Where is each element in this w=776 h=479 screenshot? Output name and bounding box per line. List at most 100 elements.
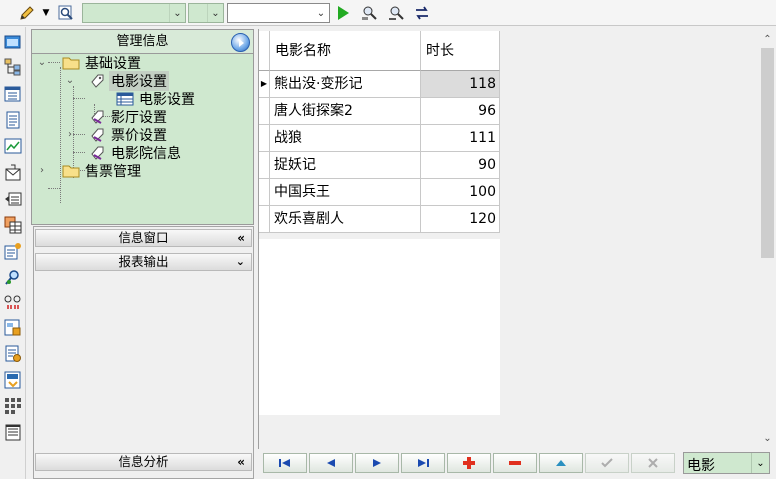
prior-record-icon: [327, 459, 335, 467]
tree-node-price-settings[interactable]: 票价设置: [88, 126, 169, 144]
expand-toggle-icon[interactable]: ›: [64, 128, 76, 140]
cell-movie-name[interactable]: 中国兵王: [270, 179, 421, 206]
chevron-double-down-icon[interactable]: ⌄: [236, 254, 245, 270]
cell-duration[interactable]: 120: [421, 206, 500, 233]
table-row[interactable]: 战狼 111: [259, 125, 500, 152]
next-record-button[interactable]: [355, 453, 399, 473]
pencil-icon[interactable]: [16, 3, 38, 23]
cell-movie-name[interactable]: 捉妖记: [270, 152, 421, 179]
mail-icon[interactable]: [4, 164, 22, 182]
scrollbar-thumb[interactable]: [761, 48, 774, 258]
export-icon[interactable]: [4, 371, 22, 389]
nav-panel-title: 管理信息: [31, 29, 254, 54]
report-icon[interactable]: [4, 190, 22, 208]
row-indicator: [259, 206, 270, 233]
chevron-down-icon[interactable]: ⌄: [207, 4, 223, 22]
search-users-icon[interactable]: [4, 268, 22, 286]
tree-node-basic-settings[interactable]: 基础设置: [62, 54, 143, 72]
find-next-icon[interactable]: [385, 3, 407, 23]
check-icon: [601, 458, 613, 468]
cell-duration[interactable]: 100: [421, 179, 500, 206]
doc-settings-icon[interactable]: [4, 345, 22, 363]
collapse-toggle-icon[interactable]: ⌄: [36, 56, 48, 68]
chevron-down-icon[interactable]: ⌄: [751, 453, 769, 473]
grid-form-icon: [116, 91, 134, 107]
table-filter-combo[interactable]: 电影 ⌄: [683, 452, 770, 474]
cell-duration[interactable]: 90: [421, 152, 500, 179]
cell-duration[interactable]: 111: [421, 125, 500, 152]
column-header-label: 电影名称: [275, 43, 331, 59]
insert-record-button[interactable]: [447, 453, 491, 473]
table-row[interactable]: 捉妖记 90: [259, 152, 500, 179]
table-icon[interactable]: [4, 216, 22, 234]
nav-tree: ⌄ 基础设置 ⌄ 电影设置 电影设置 影厅设置 › 票价设置 电影院信息 › 售…: [31, 54, 254, 225]
form-icon[interactable]: [4, 319, 22, 337]
column-header-duration[interactable]: 时长: [421, 31, 500, 71]
tree-node-movie-settings-form[interactable]: 电影设置: [116, 90, 197, 108]
delete-record-button[interactable]: [493, 453, 537, 473]
chevron-down-icon[interactable]: ⌄: [313, 4, 329, 22]
report-output-label: 报表输出: [118, 254, 169, 269]
edit-record-button[interactable]: [539, 453, 583, 473]
chevron-double-left-icon[interactable]: «: [237, 454, 245, 470]
scroll-down-icon[interactable]: ⌄: [759, 430, 776, 447]
combo-1[interactable]: ⌄: [82, 3, 186, 23]
next-record-icon: [373, 459, 381, 467]
tag-icon: [88, 127, 106, 143]
cell-duration[interactable]: 96: [421, 98, 500, 125]
table-row[interactable]: ▶ 熊出没·变形记 118: [259, 71, 500, 98]
tree-node-label: 电影院信息: [111, 146, 181, 162]
combo-3[interactable]: ⌄: [227, 3, 330, 23]
print-icon[interactable]: [4, 423, 22, 441]
cell-movie-name[interactable]: 欢乐喜剧人: [270, 206, 421, 233]
cell-movie-name[interactable]: 熊出没·变形记: [270, 71, 421, 98]
table-row[interactable]: 欢乐喜剧人 120: [259, 206, 500, 233]
table-row[interactable]: 唐人街探案2 96: [259, 98, 500, 125]
table-row[interactable]: 中国兵王 100: [259, 179, 500, 206]
cell-movie-name[interactable]: 唐人街探案2: [270, 98, 421, 125]
vertical-scrollbar[interactable]: ⌃ ⌄: [759, 31, 776, 447]
cancel-record-button[interactable]: [631, 453, 675, 473]
grid-icon[interactable]: [4, 397, 22, 415]
link-icon[interactable]: [4, 293, 22, 311]
info-window-bar[interactable]: 信息窗口 «: [35, 229, 252, 247]
play-icon[interactable]: [334, 3, 352, 23]
chart-icon[interactable]: [4, 137, 22, 155]
tree-node-hall-settings[interactable]: 影厅设置: [88, 108, 169, 126]
info-analysis-bar[interactable]: 信息分析 «: [35, 453, 252, 471]
settings-icon[interactable]: [4, 242, 22, 260]
post-record-button[interactable]: [585, 453, 629, 473]
tree-node-cinema-info[interactable]: 电影院信息: [88, 144, 183, 162]
cell-movie-name[interactable]: 战狼: [270, 125, 421, 152]
scroll-up-icon[interactable]: ⌃: [759, 31, 776, 48]
collapse-toggle-icon[interactable]: ⌄: [64, 74, 76, 86]
document-icon[interactable]: [4, 111, 22, 129]
expand-panel-icon[interactable]: [231, 33, 250, 52]
chevron-double-left-icon[interactable]: «: [237, 230, 245, 246]
first-record-button[interactable]: [263, 453, 307, 473]
tree-node-ticket-management[interactable]: 售票管理: [62, 162, 143, 180]
report-output-bar[interactable]: 报表输出 ⌄: [35, 253, 252, 271]
window-icon[interactable]: [4, 33, 22, 51]
tree-node-label: 影厅设置: [111, 110, 167, 126]
combo-2[interactable]: ⌄: [188, 3, 224, 23]
dropdown-arrow-icon[interactable]: ▼: [40, 3, 52, 23]
tree-node-movie-settings[interactable]: 电影设置: [88, 71, 169, 91]
magnifier-icon[interactable]: [56, 3, 76, 23]
tree-guide: [60, 67, 61, 203]
filter-value: 电影: [687, 458, 715, 474]
expand-toggle-icon[interactable]: ›: [36, 164, 48, 176]
tree-node-label: 票价设置: [111, 128, 167, 144]
cell-duration[interactable]: 118: [421, 71, 500, 98]
last-record-button[interactable]: [401, 453, 445, 473]
chevron-down-icon[interactable]: ⌄: [169, 4, 185, 22]
navigation-panel: 管理信息 ⌄ 基础设置 ⌄ 电影设置 电影设置 影厅设置 › 票价设置 电影院信…: [31, 29, 254, 479]
info-window-label: 信息窗口: [118, 230, 169, 245]
column-header-name[interactable]: 电影名称: [270, 31, 421, 71]
row-indicator: [259, 179, 270, 206]
list-icon[interactable]: [4, 85, 22, 103]
prior-record-button[interactable]: [309, 453, 353, 473]
refresh-icon[interactable]: [411, 3, 433, 23]
find-icon[interactable]: [358, 3, 380, 23]
hierarchy-icon[interactable]: [4, 58, 22, 76]
